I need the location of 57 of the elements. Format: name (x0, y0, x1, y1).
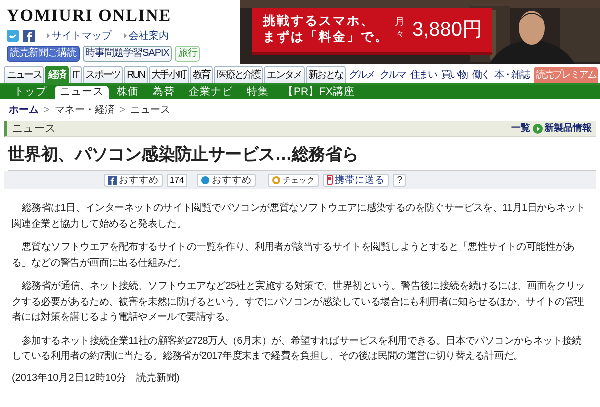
category-tab[interactable]: 教育 (190, 66, 214, 83)
article-paragraph: 悪質なソフトウエアを配布するサイトの一覧を作り、利用者が該当するサイトを閲覧しようとすると「悪性サイトの可能性がある」などの警告が画面に出る仕組みだ。 (12, 240, 576, 270)
section-tab[interactable]: 企業ナビ (183, 86, 239, 99)
check-button[interactable]: チェック (268, 174, 320, 186)
section-tab[interactable]: トップ (8, 86, 53, 99)
phone-icon (327, 175, 334, 185)
mixi-button[interactable]: おすすめ (197, 174, 256, 186)
service-link[interactable]: 時事問題学習SAPIX (82, 46, 172, 62)
facebook-icon (108, 176, 117, 184)
dot-icon (201, 176, 210, 184)
breadcrumb-separator: > (44, 104, 50, 116)
service-link[interactable]: 読売新聞ご購読 (7, 46, 80, 62)
section-tab[interactable]: 特集 (241, 86, 275, 99)
breadcrumb-link[interactable]: マネー・経済 (54, 103, 115, 117)
list-link[interactable]: 一覧 (512, 122, 530, 135)
like-count: 174 (167, 174, 188, 186)
section-tab[interactable]: ニュース (55, 86, 109, 99)
category-tab[interactable]: スポーツ (82, 66, 124, 83)
category-tab[interactable]: 経済 (45, 66, 69, 83)
site-logo[interactable]: YOMIURI ONLINE (7, 6, 240, 26)
category-link[interactable]: クルマ (378, 67, 408, 83)
article-paragraph: 総務省は1日、インターネットのサイト閲覧でパソコンが悪質なソフトウエアに感染するのを防ぐサービスを、11月1日からネット関連企業と協力して始めると発表した。 (12, 202, 587, 232)
related-link[interactable]: 新製品情報 (544, 122, 592, 135)
facebook-icon[interactable] (23, 30, 35, 42)
header-link[interactable]: サイトマップ (47, 29, 112, 43)
category-tab[interactable]: RUN (124, 66, 148, 83)
help-button[interactable]: ? (393, 174, 406, 186)
section-tab[interactable]: 為替 (147, 86, 181, 99)
category-tab[interactable]: 新おとな (306, 66, 346, 83)
category-tab[interactable]: ニュース (4, 66, 44, 83)
price-prefix: 月々 (395, 17, 406, 41)
breadcrumb-separator: > (120, 104, 126, 116)
header-link[interactable]: 会社案内 (124, 29, 169, 43)
service-link[interactable]: 旅行 (175, 46, 200, 62)
category-link[interactable]: 住まい (408, 67, 438, 83)
category-tab[interactable]: エンタメ (264, 66, 305, 83)
article-dateline: (2013年10月2日12時10分 読売新聞) (12, 372, 181, 384)
ad-headline: 挑戦するスマホ、 (263, 13, 376, 29)
category-link[interactable]: 買い物 (439, 67, 470, 83)
article-paragraph: 総務省が通信、ネット接続、ソフトウエアなど25社と実施する対策で、世界初という。警告後に接続を続けるには、画面をクリックする必要があるため、被害を未然に防げるという。すでにパソコンが感染している場合にも利用者に知らせるほか、サイトの管理者には対策を講じるよう電話やメールで要請する。 (12, 280, 586, 325)
send-to-mobile-button[interactable]: 携帯に送る (323, 174, 390, 186)
section-tab[interactable]: 【PR】FX講座 (277, 86, 362, 99)
category-link[interactable]: 本・雑誌 (492, 67, 531, 83)
breadcrumb-link[interactable]: ホーム (9, 103, 39, 117)
article-paragraph: 参加するネット接続企業11社の顧客約2728万人（6月末）が、希望すればサービスを利用できる。日本でパソコンからネット接続している利用者の約7割に当たる。総務省が2017年度末まで経費を負担し、その後は民間の運営に切り替える計画だ。 (12, 334, 583, 364)
category-tab[interactable]: 医療と介護 (214, 66, 264, 83)
ad-headline: まずは「料金」で。 (263, 29, 389, 45)
breadcrumb-link[interactable]: ニュース (130, 103, 171, 117)
category-tab[interactable]: IT (70, 66, 82, 83)
facebook-like-button[interactable]: おすすめ (104, 174, 163, 186)
section-title: ニュース (12, 122, 56, 136)
category-link[interactable]: 働く (470, 67, 492, 83)
category-link[interactable]: グルメ (347, 67, 377, 83)
section-tab[interactable]: 株価 (111, 86, 145, 99)
check-icon (272, 176, 282, 184)
ad-price: 3,880円 (412, 18, 483, 42)
category-tab[interactable]: 大手小町 (148, 66, 189, 83)
